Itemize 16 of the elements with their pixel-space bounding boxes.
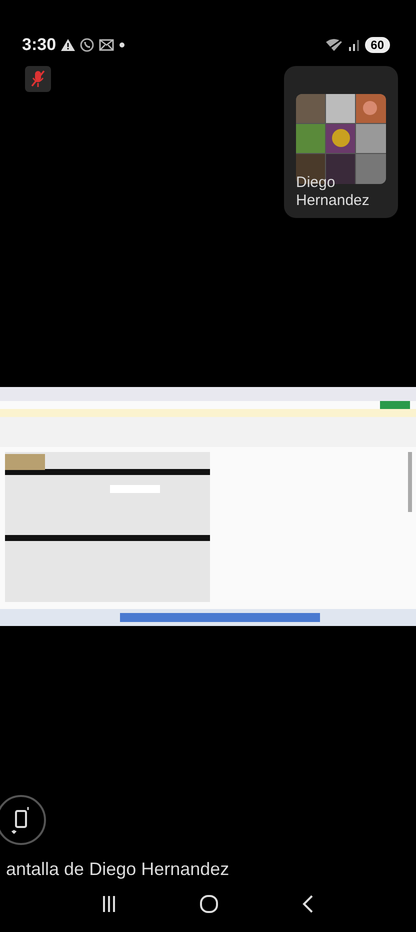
signal-icon	[348, 39, 360, 51]
recent-apps-icon[interactable]	[101, 895, 117, 913]
participant-tile[interactable]: Diego Hernandez	[284, 66, 398, 218]
wifi-icon	[324, 38, 343, 52]
battery-level: 60	[364, 37, 390, 53]
rotate-screen-button[interactable]	[0, 795, 46, 845]
dot-icon	[119, 42, 126, 48]
warning-icon	[61, 39, 76, 51]
mail-icon	[99, 39, 114, 51]
shared-screen-caption: antalla de Diego Hernandez	[5, 858, 230, 880]
phone-icon	[80, 38, 94, 52]
microphone-muted-icon[interactable]	[25, 66, 51, 92]
participant-name: Diego Hernandez	[296, 174, 370, 210]
back-icon[interactable]	[301, 894, 315, 914]
home-icon[interactable]	[199, 894, 219, 914]
status-time: 3:30	[22, 35, 56, 55]
